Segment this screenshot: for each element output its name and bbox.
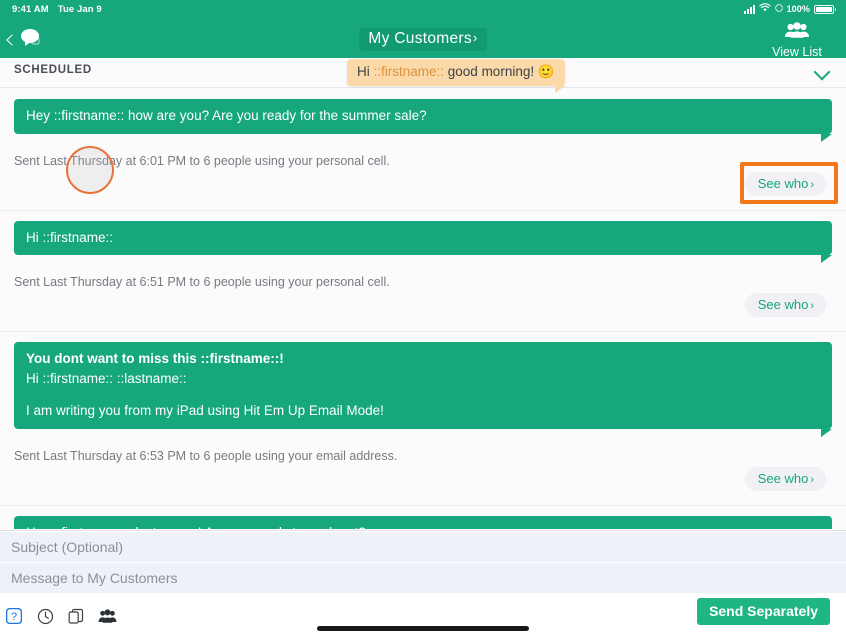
view-list-label: View List [772, 45, 822, 59]
see-who-row: See who › [0, 466, 846, 493]
see-who-chevron-icon: › [810, 178, 814, 191]
see-who-chevron-icon: › [810, 473, 814, 486]
scheduled-messages-feed[interactable]: Hey ::firstname:: how are you? Are you r… [0, 89, 846, 529]
message-input[interactable]: Message to My Customers [0, 563, 846, 594]
preview-prefix: Hi [357, 64, 374, 79]
message-body: Hi ::firstname:: [26, 229, 114, 245]
nav-title-wrap: My Customers› [0, 28, 846, 51]
message-sent-note: Sent Last Thursday at 6:53 PM to 6 peopl… [14, 448, 398, 463]
see-who-button[interactable]: See who › [744, 466, 826, 491]
app-root: 9:41 AM Tue Jan 9 100% My Customers› Vie… [0, 0, 846, 638]
status-date: Tue Jan 9 [57, 3, 102, 15]
message-group: Hi ::firstname:: Sent Last Thursday at 6… [0, 220, 846, 333]
clock-icon[interactable] [35, 606, 55, 626]
composer: Subject (Optional) Message to My Custome… [0, 530, 846, 638]
people-group-icon[interactable] [97, 606, 117, 626]
message-sent-note: Sent Last Thursday at 6:01 PM to 6 peopl… [14, 153, 390, 168]
chevron-down-icon[interactable] [813, 63, 831, 81]
see-who-button[interactable]: See who › [744, 293, 826, 318]
message-bubble[interactable]: Hi ::firstname:: [14, 220, 832, 263]
wifi-icon [758, 3, 771, 15]
svg-text:?: ? [11, 611, 17, 623]
preview-suffix: good morning! [444, 64, 538, 79]
people-group-icon [784, 22, 810, 43]
message-bubble[interactable]: Hey ::firstname:: how are you? Are you r… [14, 99, 832, 142]
message-bubble[interactable]: Hey ::firstname:: ::lastname::! Are you … [14, 515, 832, 529]
message-subject: You dont want to miss this ::firstname::… [26, 351, 284, 367]
status-bar-left: 9:41 AM Tue Jan 9 [12, 4, 102, 15]
message-group: You dont want to miss this ::firstname::… [0, 342, 846, 506]
app-header: 9:41 AM Tue Jan 9 100% My Customers› Vie… [0, 0, 846, 59]
back-button[interactable] [6, 27, 43, 52]
status-bar: 9:41 AM Tue Jan 9 100% [0, 0, 846, 18]
see-who-label: See who [757, 297, 809, 313]
back-chevron-icon [6, 33, 18, 46]
scheduled-label: SCHEDULED [14, 64, 92, 76]
battery-icon [814, 4, 836, 14]
duplicate-icon[interactable] [66, 606, 86, 626]
message-group: Hey ::firstname:: ::lastname::! Are you … [0, 515, 846, 529]
see-who-row: See who › [0, 293, 846, 319]
subject-input[interactable]: Subject (Optional) [0, 532, 846, 563]
message-line-1: Hi ::firstname:: ::lastname:: [26, 370, 187, 386]
message-preview-bubble: Hi ::firstname:: good morning! 🙂 [347, 59, 565, 93]
message-sent-note: Sent Last Thursday at 6:51 PM to 6 peopl… [14, 275, 390, 290]
home-indicator [317, 626, 529, 631]
message-body: Hey ::firstname:: how are you? Are you r… [26, 108, 427, 123]
smiley-emoji-icon: 🙂 [537, 64, 555, 79]
signal-bars-icon [743, 4, 755, 14]
preview-token: ::firstname:: [373, 64, 445, 79]
location-arrow-icon [774, 3, 783, 15]
battery-percent: 100% [786, 4, 810, 14]
view-list-button[interactable]: View List [762, 22, 832, 59]
title-chevron-icon: › [472, 30, 478, 45]
see-who-chevron-icon: › [810, 300, 814, 313]
message-group: Hey ::firstname:: how are you? Are you r… [0, 99, 846, 211]
message-body: Hey ::firstname:: ::lastname::! Are you … [26, 525, 366, 529]
see-who-button[interactable]: See who › [744, 171, 826, 196]
message-bubble[interactable]: You dont want to miss this ::firstname::… [14, 342, 832, 437]
page-title-button[interactable]: My Customers› [359, 28, 487, 51]
see-who-label: See who [757, 470, 809, 486]
page-title: My Customers [368, 30, 472, 47]
help-question-icon[interactable]: ? [4, 606, 24, 626]
composer-toolbar: ? Send Separately [0, 594, 846, 638]
see-who-row: See who › [0, 161, 846, 204]
status-time: 9:41 AM [12, 3, 49, 15]
status-bar-right: 100% [743, 3, 836, 15]
send-separately-button[interactable]: Send Separately [697, 598, 830, 625]
message-line-2: I am writing you from my iPad using Hit … [26, 403, 384, 419]
chat-bubble-icon [19, 27, 43, 52]
see-who-label: See who [757, 175, 809, 191]
